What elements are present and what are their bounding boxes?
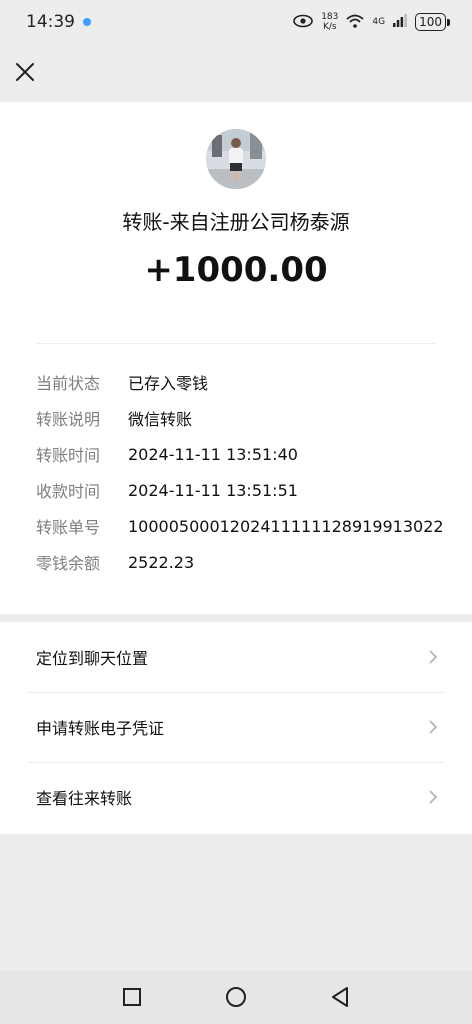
status-bar: 14:39 183 K/s 4G 100 [0, 0, 472, 44]
avatar[interactable] [206, 129, 266, 189]
detail-row-transfer-time: 转账时间 2024-11-11 13:51:40 [36, 436, 456, 472]
detail-label: 转账时间 [36, 446, 101, 465]
menu-item-label: 申请转账电子凭证 [36, 719, 165, 738]
circle-icon [226, 987, 246, 1007]
detail-value: 2024-11-11 13:51:40 [128, 444, 298, 464]
wifi-icon [346, 14, 364, 31]
detail-value: 微信转账 [128, 410, 193, 429]
triangle-back-icon [332, 987, 348, 1007]
close-icon [16, 63, 34, 81]
action-menu: 定位到聊天位置 申请转账电子凭证 查看往来转账 [0, 622, 472, 834]
chevron-right-icon [429, 790, 438, 804]
eye-icon [293, 14, 314, 31]
home-button[interactable] [221, 982, 251, 1012]
transfer-title: 转账-来自注册公司杨泰源 [122, 210, 350, 234]
detail-row-transfer-id: 转账单号 1000050001202411111128919913022 [36, 508, 456, 544]
signal-icon [393, 14, 407, 30]
menu-item-label: 查看往来转账 [36, 789, 133, 808]
network-speed-value: 183 [321, 12, 339, 22]
square-icon [123, 988, 141, 1006]
recents-button[interactable] [117, 982, 147, 1012]
top-bar [0, 44, 472, 102]
menu-item-label: 定位到聊天位置 [36, 649, 149, 668]
transfer-amount: +1000.00 [144, 250, 328, 290]
detail-label: 当前状态 [36, 374, 101, 393]
detail-label: 零钱余额 [36, 554, 101, 573]
status-time: 14:39 [26, 12, 75, 32]
detail-value: 1000050001202411111128919913022 [128, 516, 444, 536]
close-button[interactable] [11, 58, 39, 86]
battery-indicator: 100 [415, 13, 450, 31]
network-type: 4G [372, 17, 386, 27]
status-left: 14:39 [26, 12, 91, 32]
menu-item-locate-chat[interactable]: 定位到聊天位置 [0, 622, 472, 692]
network-speed-unit: K/s [322, 22, 337, 32]
chevron-right-icon [429, 650, 438, 664]
detail-row-note: 转账说明 微信转账 [36, 400, 456, 436]
status-right: 183 K/s 4G 100 [293, 12, 450, 32]
notification-dot-icon [83, 18, 91, 26]
system-nav-bar [0, 970, 472, 1024]
detail-value: 2522.23 [128, 552, 195, 572]
detail-label: 转账单号 [36, 518, 101, 537]
back-button[interactable] [325, 982, 355, 1012]
transfer-details: 当前状态 已存入零钱 转账说明 微信转账 转账时间 2024-11-11 13:… [36, 364, 456, 580]
menu-item-transfer-history[interactable]: 查看往来转账 [0, 762, 472, 832]
detail-value: 已存入零钱 [128, 374, 209, 393]
detail-label: 收款时间 [36, 482, 101, 501]
detail-label: 转账说明 [36, 410, 101, 429]
divider [36, 343, 436, 344]
detail-row-receive-time: 收款时间 2024-11-11 13:51:51 [36, 472, 456, 508]
detail-row-balance: 零钱余额 2522.23 [36, 544, 456, 580]
transfer-card: 转账-来自注册公司杨泰源 +1000.00 当前状态 已存入零钱 转账说明 微信… [0, 102, 472, 614]
network-speed: 183 K/s [321, 12, 338, 32]
menu-item-e-voucher[interactable]: 申请转账电子凭证 [0, 692, 472, 762]
chevron-right-icon [429, 720, 438, 734]
detail-value: 2024-11-11 13:51:51 [128, 480, 298, 500]
detail-row-status: 当前状态 已存入零钱 [36, 364, 456, 400]
